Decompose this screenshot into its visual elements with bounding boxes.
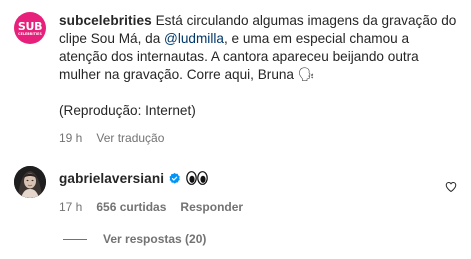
avatar-subcelebrities[interactable]: SUB CELEBRITIES: [14, 12, 46, 44]
eyes-emoji: 👀: [186, 171, 208, 190]
likes-count[interactable]: 656 curtidas: [96, 200, 166, 214]
reply-button[interactable]: Responder: [180, 200, 243, 214]
comment-body: gabrielaversiani 👀 17 h 656 curtidas Resp…: [59, 170, 459, 214]
avatar-photo: [14, 166, 46, 198]
view-replies-button[interactable]: Ver respostas (20): [63, 232, 206, 246]
verified-badge-icon: [168, 172, 181, 190]
comment-body: subcelebrities Está circulando algumas i…: [59, 12, 459, 145]
avatar-logo-subtext: CELEBRITIES: [18, 31, 42, 36]
comment-time: 17 h: [59, 200, 83, 214]
comment-text-part: (Reprodução: Internet): [59, 103, 196, 118]
comment-time: 19 h: [59, 131, 83, 145]
see-translation-button[interactable]: Ver tradução: [96, 131, 164, 145]
replies-divider: [63, 238, 87, 240]
avatar-logo-text: SUB: [17, 19, 43, 33]
comment-meta: 17 h 656 curtidas Responder: [59, 200, 459, 214]
view-replies-label: Ver respostas (20): [103, 232, 207, 246]
avatar-gabrielaversiani[interactable]: [14, 166, 46, 198]
comment-meta: 19 h Ver tradução: [59, 131, 459, 145]
comment-username[interactable]: gabrielaversiani: [59, 171, 164, 186]
like-heart-icon[interactable]: [445, 181, 457, 193]
comment-text: gabrielaversiani 👀: [59, 170, 459, 190]
comment-username[interactable]: subcelebrities: [59, 13, 152, 28]
mention-link[interactable]: @ludmilla: [164, 31, 224, 46]
comment-text: subcelebrities Está circulando algumas i…: [59, 12, 459, 120]
